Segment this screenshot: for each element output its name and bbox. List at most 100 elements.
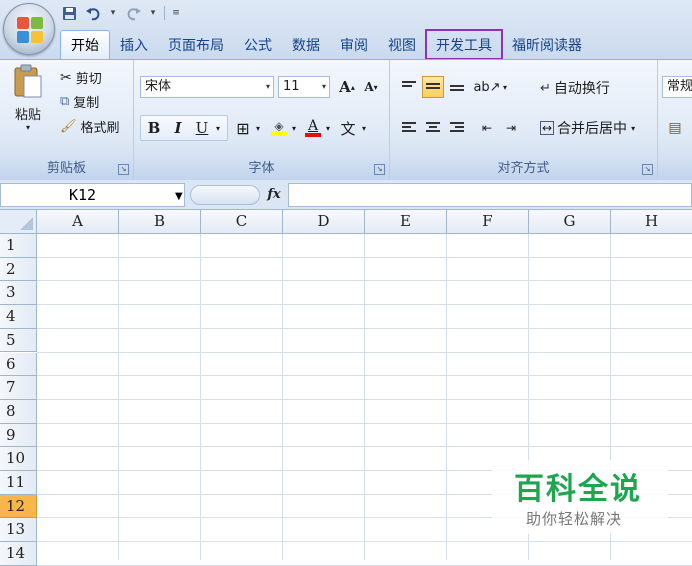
format-painter-button[interactable]: 🖌 格式刷 [60, 117, 120, 136]
number-format-combo[interactable]: 常规 [662, 76, 692, 98]
tab-7[interactable]: 开发工具 [425, 29, 503, 60]
column-header[interactable]: D [283, 210, 365, 234]
tab-5[interactable]: 审阅 [330, 30, 378, 59]
tab-2[interactable]: 页面布局 [158, 30, 234, 59]
row-header[interactable]: 7 [0, 376, 37, 400]
align-middle-button[interactable] [422, 76, 444, 98]
shrink-font-button[interactable]: A ▾ [360, 76, 382, 98]
column-header[interactable]: C [201, 210, 283, 234]
office-button[interactable] [3, 3, 55, 55]
row-header[interactable]: 14 [0, 542, 37, 566]
undo-dropdown-icon[interactable]: ▾ [108, 4, 118, 22]
underline-dropdown-icon[interactable]: ▾ [212, 117, 224, 139]
font-size-dropdown-icon[interactable]: ▾ [322, 77, 326, 97]
phonetic-button[interactable]: 文 [337, 117, 359, 139]
align-center-button[interactable] [422, 117, 444, 139]
border-dropdown-icon[interactable]: ▾ [253, 117, 263, 139]
merge-center-button[interactable]: ↔ 合并后居中 ▾ [540, 118, 635, 138]
merge-center-dropdown-icon[interactable]: ▾ [631, 124, 635, 133]
fill-color-button[interactable]: ◈ [268, 117, 290, 139]
wrap-text-button[interactable]: ↵ 自动换行 [540, 78, 610, 98]
row-header[interactable]: 8 [0, 399, 37, 424]
row-header[interactable]: 9 [0, 423, 37, 448]
copy-button[interactable]: ⧉ 复制 [60, 92, 99, 111]
grid-row-line [37, 398, 692, 400]
tab-3[interactable]: 公式 [234, 30, 282, 59]
name-box[interactable]: K12 [0, 183, 185, 207]
office-logo-icon [17, 17, 43, 43]
paste-dropdown-icon[interactable]: ▾ [26, 123, 30, 132]
font-launcher-icon[interactable]: ↘ [374, 164, 385, 175]
align-top-button[interactable] [398, 76, 420, 98]
grow-font-button[interactable]: A ▴ [336, 76, 358, 98]
row-header[interactable]: 1 [0, 234, 37, 258]
tab-4[interactable]: 数据 [282, 30, 330, 59]
select-all-button[interactable] [0, 210, 37, 234]
italic-label: I [174, 119, 182, 137]
currency-format-button[interactable]: ▤ [664, 117, 686, 139]
font-size-value: 11 [283, 79, 300, 94]
font-name-combo[interactable]: 宋体 ▾ [140, 76, 274, 98]
font-color-button[interactable]: A [302, 117, 324, 139]
cut-label: 剪切 [75, 72, 102, 87]
phonetic-dropdown-icon[interactable]: ▾ [359, 117, 369, 139]
save-icon[interactable] [60, 4, 78, 22]
italic-button[interactable]: I [167, 117, 189, 139]
column-header[interactable]: A [37, 210, 119, 234]
redo-dropdown-icon[interactable]: ▾ [148, 4, 158, 22]
font-color-dropdown-icon[interactable]: ▾ [323, 117, 333, 139]
redo-icon[interactable] [124, 4, 142, 22]
undo-icon[interactable] [84, 4, 102, 22]
row-header[interactable]: 11 [0, 471, 37, 495]
row-header[interactable]: 5 [0, 328, 37, 353]
tab-0[interactable]: 开始 [60, 30, 110, 59]
column-header[interactable]: H [611, 210, 692, 234]
row-header[interactable]: 12 [0, 494, 37, 519]
formula-buttons-pill[interactable] [190, 185, 260, 205]
tab-1[interactable]: 插入 [110, 30, 158, 59]
clipboard-group-label: 剪贴板 [0, 158, 133, 180]
insert-function-button[interactable]: fx [262, 184, 286, 206]
customize-qat-icon[interactable]: ≡ [171, 4, 181, 22]
font-name-value: 宋体 [145, 79, 172, 94]
column-header[interactable]: G [529, 210, 611, 234]
row-header[interactable]: 2 [0, 257, 37, 282]
bold-button[interactable]: B [143, 117, 165, 139]
alignment-group: ab↗ ▾ ⇤ ⇥ ↵ 自动换行 ↔ 合并后居中 ▾ 对齐方式 ↘ [390, 60, 658, 180]
row-header[interactable]: 10 [0, 447, 37, 471]
alignment-launcher-icon[interactable]: ↘ [642, 164, 653, 175]
grid-row-line [37, 304, 692, 306]
decrease-indent-button[interactable]: ⇤ [476, 117, 498, 139]
tab-6[interactable]: 视图 [378, 30, 426, 59]
align-left-icon [402, 122, 416, 134]
cut-button[interactable]: ✂ 剪切 [60, 68, 102, 88]
font-name-dropdown-icon[interactable]: ▾ [266, 77, 270, 97]
paste-button[interactable]: 粘贴 ▾ [8, 64, 48, 146]
increase-indent-button[interactable]: ⇥ [500, 117, 522, 139]
row-header[interactable]: 6 [0, 352, 37, 377]
name-box-dropdown-icon[interactable]: ▼ [175, 191, 183, 202]
formula-input[interactable] [288, 183, 692, 207]
underline-button[interactable]: U [191, 117, 213, 139]
tab-8[interactable]: 福昕阅读器 [502, 30, 592, 59]
orientation-dropdown-icon[interactable]: ▾ [500, 76, 510, 98]
fill-color-dropdown-icon[interactable]: ▾ [289, 117, 299, 139]
shrink-font-label: A [364, 80, 374, 94]
fill-color-swatch [271, 132, 287, 136]
border-button[interactable]: ⊞ [232, 117, 254, 139]
clipboard-launcher-icon[interactable]: ↘ [118, 164, 129, 175]
decrease-indent-icon: ⇤ [481, 121, 493, 135]
row-header[interactable]: 4 [0, 305, 37, 329]
qat-separator [164, 6, 165, 20]
number-group: 常规 ▤ [658, 60, 692, 180]
align-left-button[interactable] [398, 117, 420, 139]
font-size-combo[interactable]: 11 ▾ [278, 76, 330, 98]
row-header[interactable]: 3 [0, 281, 37, 306]
orientation-button[interactable]: ab↗ [473, 76, 500, 98]
column-header[interactable]: F [447, 210, 529, 234]
align-bottom-button[interactable] [446, 76, 468, 98]
column-header[interactable]: B [119, 210, 201, 234]
align-right-button[interactable] [446, 117, 468, 139]
column-header[interactable]: E [365, 210, 447, 234]
row-header[interactable]: 13 [0, 518, 37, 543]
